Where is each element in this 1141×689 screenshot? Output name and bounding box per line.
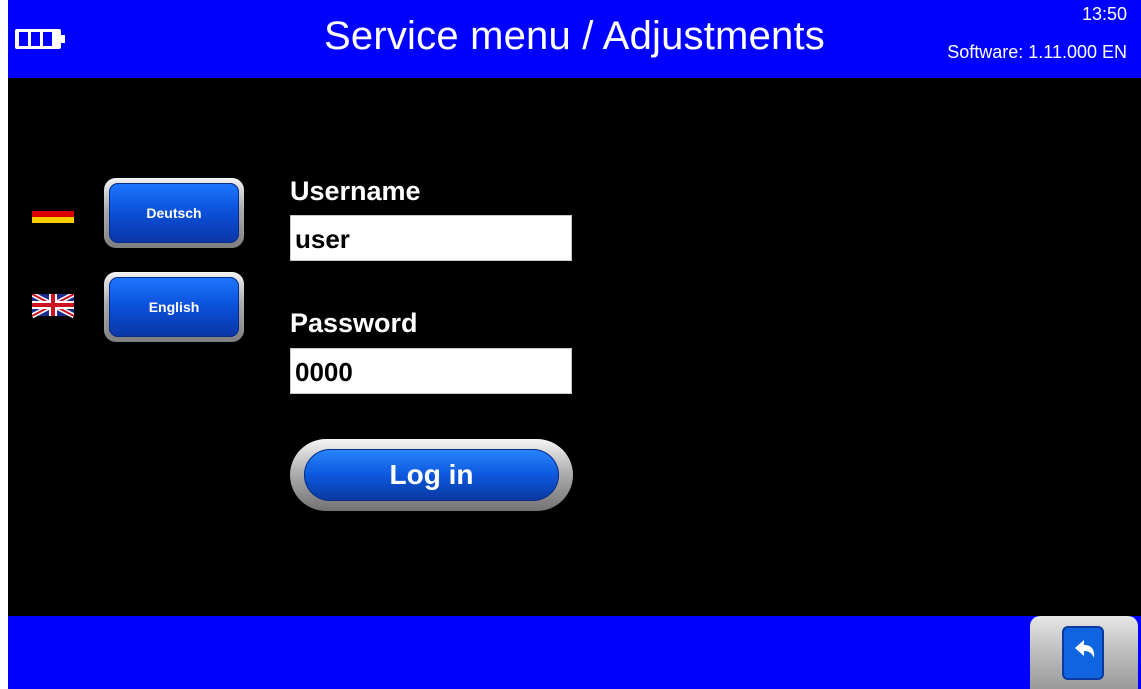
english-button[interactable]: English bbox=[104, 272, 244, 342]
deutsch-button[interactable]: Deutsch bbox=[104, 178, 244, 248]
login-button[interactable]: Log in bbox=[290, 439, 573, 511]
username-label: Username bbox=[290, 176, 421, 206]
english-button-label: English bbox=[109, 277, 239, 337]
back-arrow-icon bbox=[1062, 626, 1104, 680]
uk-flag-icon bbox=[32, 294, 74, 319]
footer-bar bbox=[8, 616, 1141, 689]
login-button-label: Log in bbox=[304, 449, 559, 501]
username-field[interactable]: user bbox=[290, 215, 572, 261]
deutsch-button-label: Deutsch bbox=[109, 183, 239, 243]
clock: 13:50 bbox=[1081, 4, 1127, 24]
software-version: Software: 1.11.000 EN bbox=[947, 42, 1127, 62]
back-button[interactable] bbox=[1030, 616, 1138, 689]
germany-flag-icon bbox=[32, 205, 74, 223]
password-label: Password bbox=[290, 308, 418, 338]
header-bar: Service menu / Adjustments 13:50 Softwar… bbox=[8, 0, 1141, 78]
password-field[interactable]: 0000 bbox=[290, 348, 572, 394]
screen: Service menu / Adjustments 13:50 Softwar… bbox=[8, 0, 1141, 689]
